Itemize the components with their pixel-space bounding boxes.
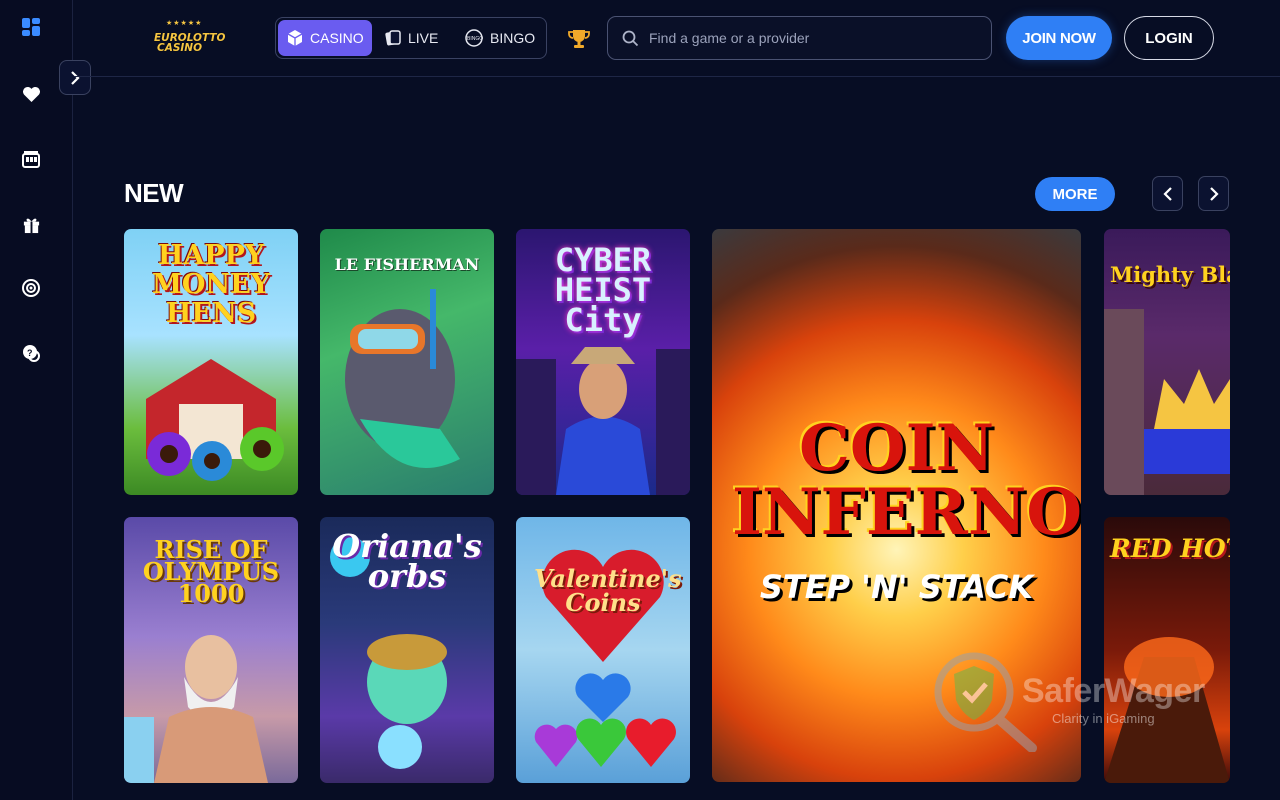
game-tile-happy-money-hens[interactable]: HAPPY MONEY HENS — [124, 229, 298, 495]
hearts-illustration — [534, 549, 676, 767]
svg-text:?: ? — [27, 348, 33, 358]
chevron-left-icon — [1162, 186, 1172, 201]
game-title: RISE OF OLYMPUS 1000 — [142, 535, 280, 608]
game-subtitle: STEP 'N' STACK — [759, 568, 1034, 606]
game-title: Valentine's Coins — [534, 564, 682, 617]
search-icon — [622, 30, 639, 46]
game-tile-le-fisherman[interactable]: LE FISHERMAN — [320, 229, 494, 495]
game-tile-rise-of-olympus-1000[interactable]: RISE OF OLYMPUS 1000 — [124, 517, 298, 783]
game-tile-valentines-coins[interactable]: Valentine's Coins — [516, 517, 690, 783]
game-title: LE FISHERMAN — [334, 255, 480, 274]
join-now-button[interactable]: JOIN NOW — [1006, 16, 1112, 60]
game-tile-orianas-orbs[interactable]: Oriana's orbs — [320, 517, 494, 783]
top-header: ★★★★★ EUROLOTTO CASINO CASINO LIVE BINGO… — [74, 0, 1280, 77]
tab-live[interactable]: LIVE — [376, 20, 446, 56]
sidebar: ? — [0, 0, 73, 800]
heart-icon[interactable] — [20, 83, 42, 105]
section-title: NEW — [124, 178, 184, 208]
search-input[interactable] — [649, 30, 969, 46]
carousel-prev-button[interactable] — [1152, 176, 1183, 211]
logo-stars-icon: ★★★★★ — [166, 20, 203, 27]
game-title: Oriana's orbs — [332, 527, 482, 595]
game-title: CYBER HEIST City — [554, 241, 652, 339]
more-button[interactable]: MORE — [1035, 177, 1115, 211]
gift-icon[interactable] — [20, 213, 42, 235]
watermark-title: SaferWager — [1022, 672, 1205, 710]
tab-casino[interactable]: CASINO — [278, 20, 372, 56]
chat-help-icon[interactable]: ? — [20, 342, 42, 364]
carousel-next-button[interactable] — [1198, 176, 1229, 211]
game-tile-red-hot-eruption[interactable]: RED HOT ERUPTIO — [1104, 517, 1230, 783]
watermark-subtitle: Clarity in iGaming — [1052, 711, 1155, 726]
game-title: RED HOT ERUPTIO — [1110, 534, 1230, 563]
target-icon[interactable] — [20, 277, 42, 299]
trophy-icon[interactable] — [567, 27, 591, 51]
bingo-ball-icon: BINGO — [464, 29, 484, 47]
game-tile-cyber-heist-city[interactable]: CYBER HEIST City — [516, 229, 690, 495]
eurolotto-logo[interactable]: ★★★★★ EUROLOTTO CASINO — [146, 19, 236, 59]
svg-text:BINGO: BINGO — [467, 36, 483, 42]
search-box[interactable] — [607, 16, 992, 60]
tab-bingo[interactable]: BINGO BINGO — [456, 20, 543, 56]
game-title: HAPPY MONEY HENS — [152, 240, 270, 329]
game-title: Mighty Black Knig — [1110, 262, 1230, 287]
game-title: COIN INFERNO — [732, 411, 1081, 550]
cube-icon — [286, 29, 304, 47]
chevron-right-icon — [1209, 186, 1219, 201]
login-button[interactable]: LOGIN — [1124, 16, 1214, 60]
cards-icon — [384, 29, 402, 47]
game-tile-mighty-black-knight[interactable]: Mighty Black Knig — [1104, 229, 1230, 495]
category-switcher: CASINO LIVE BINGO BINGO — [275, 17, 547, 59]
dashboard-icon[interactable] — [20, 16, 42, 38]
logo-line2: CASINO — [157, 42, 203, 54]
slot-machine-icon[interactable] — [20, 148, 42, 170]
